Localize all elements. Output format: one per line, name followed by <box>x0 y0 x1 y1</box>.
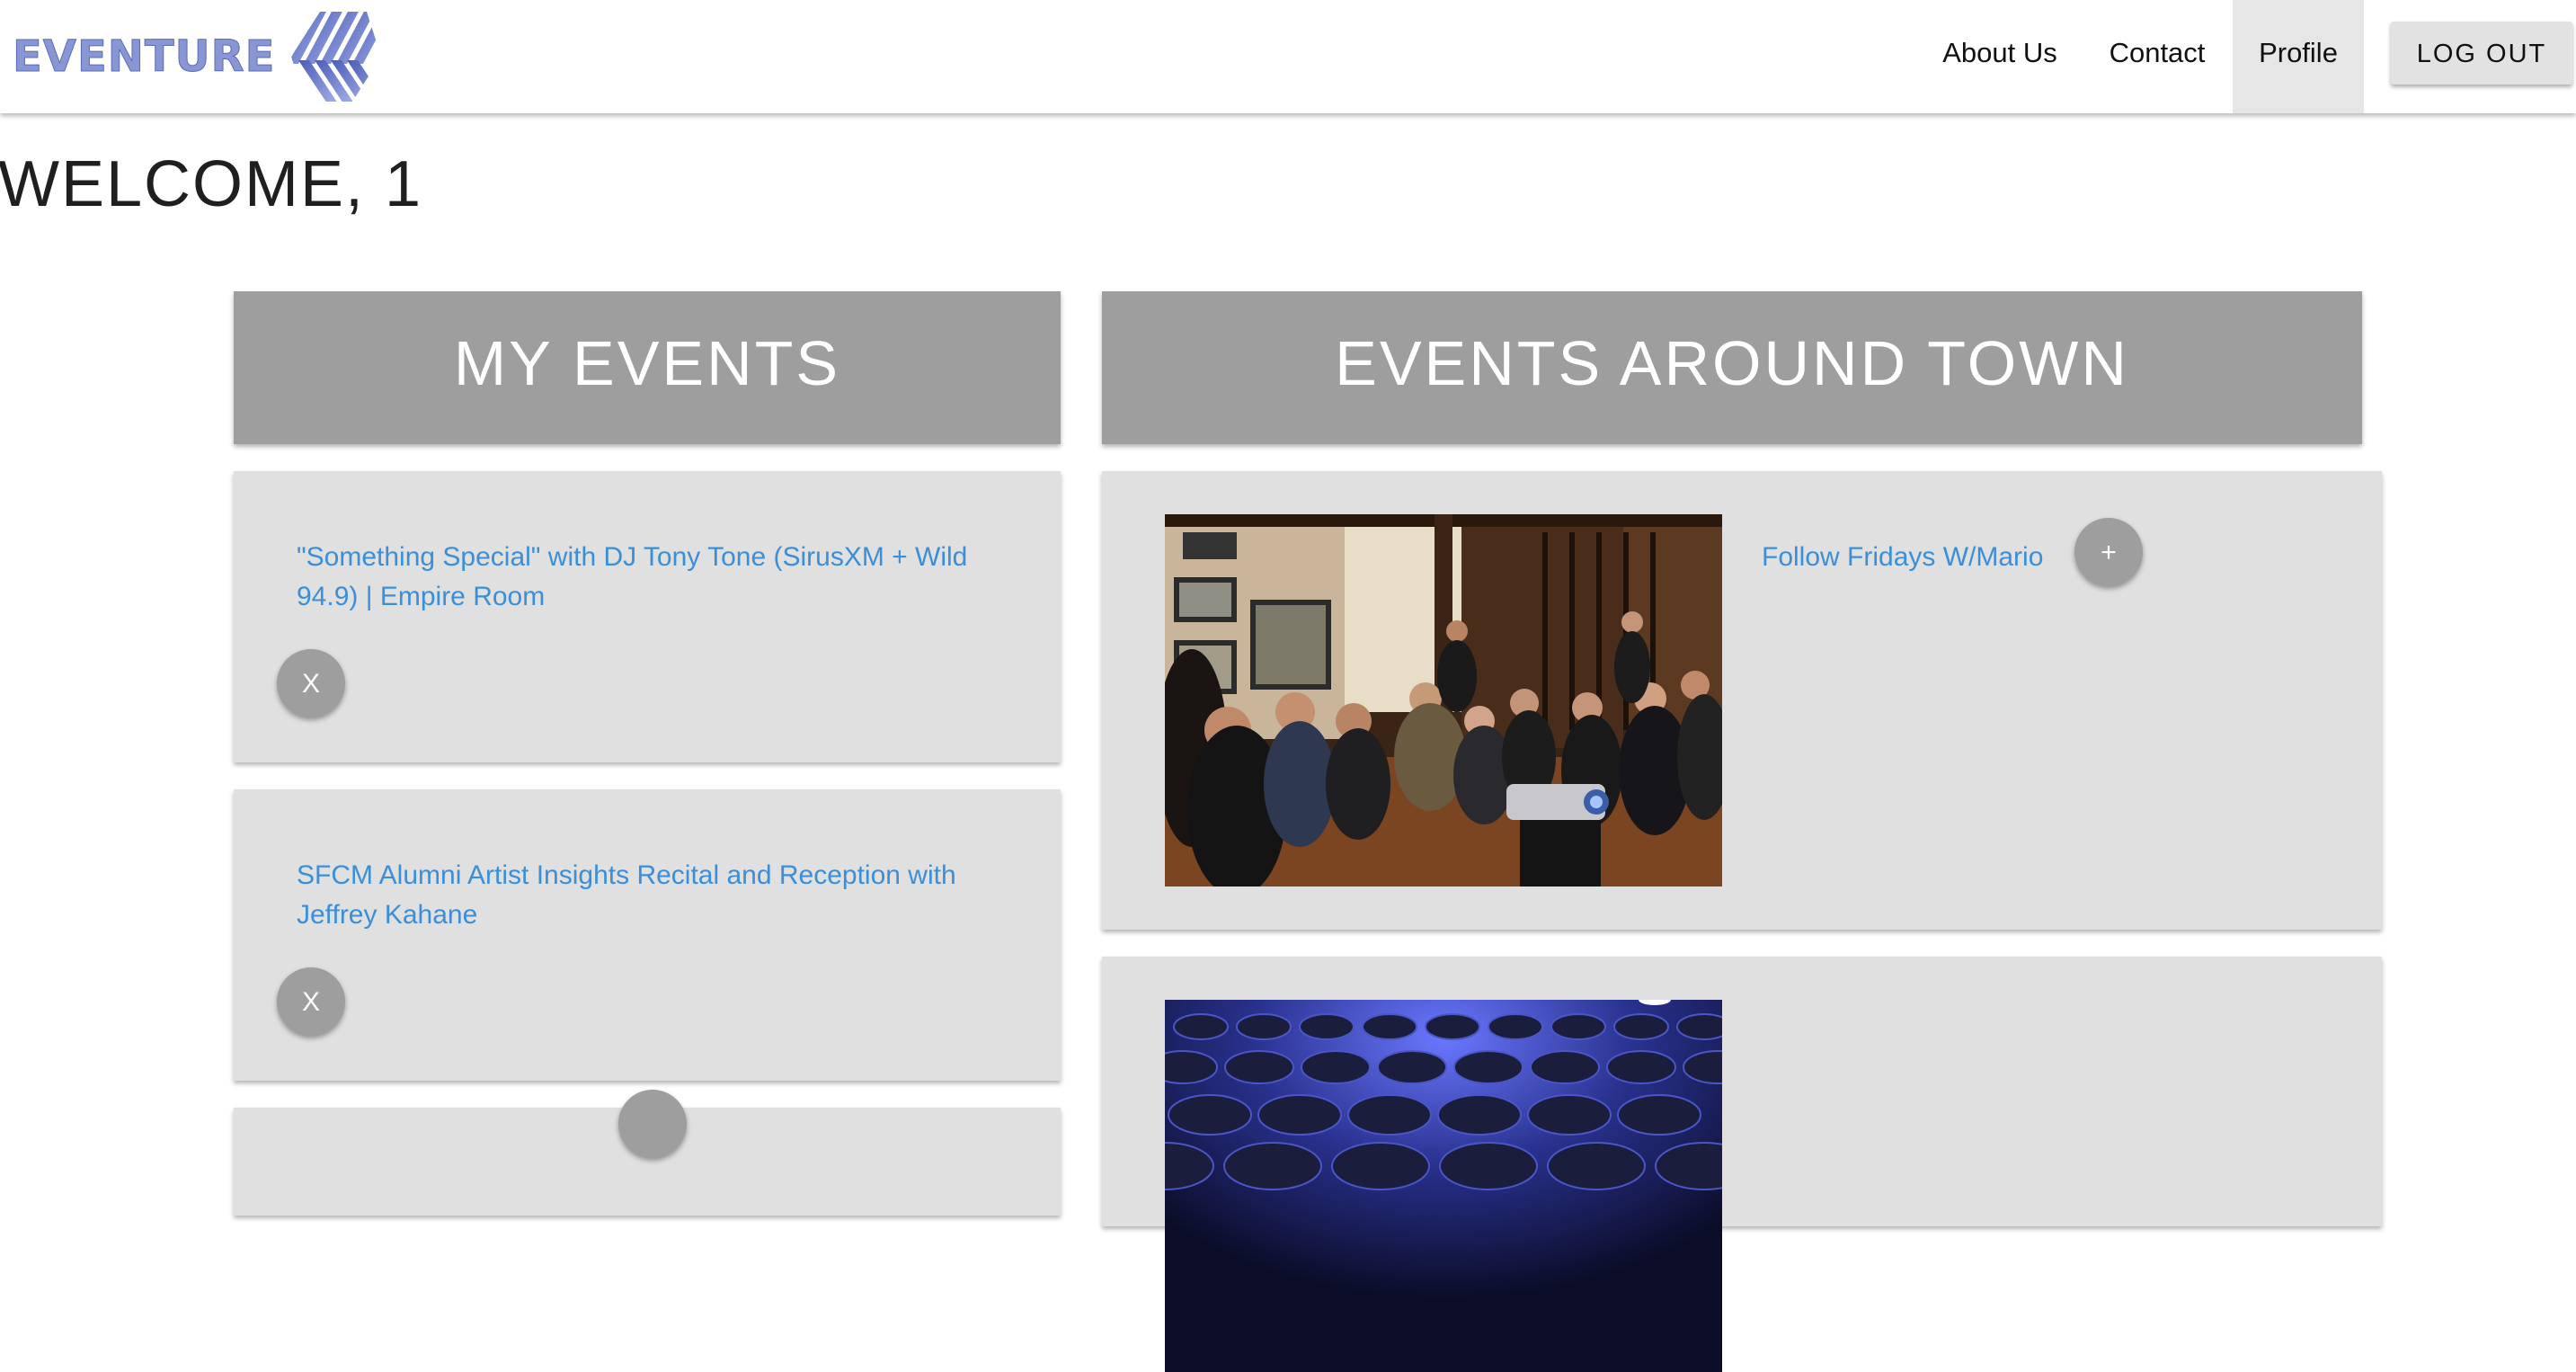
my-event-card: "Something Special" with DJ Tony Tone (S… <box>234 471 1061 762</box>
town-event-title-link[interactable]: Follow Fridays W/Mario <box>1762 538 2043 577</box>
my-events-heading: MY EVENTS <box>234 291 1061 444</box>
my-event-title-link[interactable]: SFCM Alumni Artist Insights Recital and … <box>297 856 1007 935</box>
my-event-card-partial <box>234 1090 1061 1216</box>
striped-diamond-logo-icon <box>291 12 382 102</box>
brand-logo[interactable]: EVENTURE <box>12 5 383 108</box>
audience-in-gallery-photo <box>1165 514 1722 886</box>
town-event-card <box>1102 957 2382 1372</box>
logout-button[interactable]: LOG OUT <box>2391 22 2572 85</box>
top-navbar: EVENTURE About Us Contact Profile LOG OU… <box>0 0 2576 113</box>
remove-event-button[interactable]: X <box>277 967 345 1036</box>
remove-event-button[interactable]: X <box>277 649 345 717</box>
add-event-button[interactable]: + <box>2074 518 2143 586</box>
nav-link-profile[interactable]: Profile <box>2233 0 2364 113</box>
nav-link-about-us[interactable]: About Us <box>1923 0 2076 113</box>
town-event-card: Follow Fridays W/Mario + <box>1102 471 2382 930</box>
events-around-town-heading: EVENTS AROUND TOWN <box>1102 291 2362 444</box>
my-event-title-link[interactable]: "Something Special" with DJ Tony Tone (S… <box>297 538 1007 617</box>
brand-name: EVENTURE <box>12 31 276 83</box>
blue-auditorium-seats-photo <box>1165 1000 1722 1372</box>
welcome-heading: WELCOME, 1 <box>0 148 423 220</box>
my-event-card: SFCM Alumni Artist Insights Recital and … <box>234 789 1061 1081</box>
partial-round-button[interactable] <box>618 1090 687 1158</box>
nav-link-contact[interactable]: Contact <box>2094 0 2220 113</box>
